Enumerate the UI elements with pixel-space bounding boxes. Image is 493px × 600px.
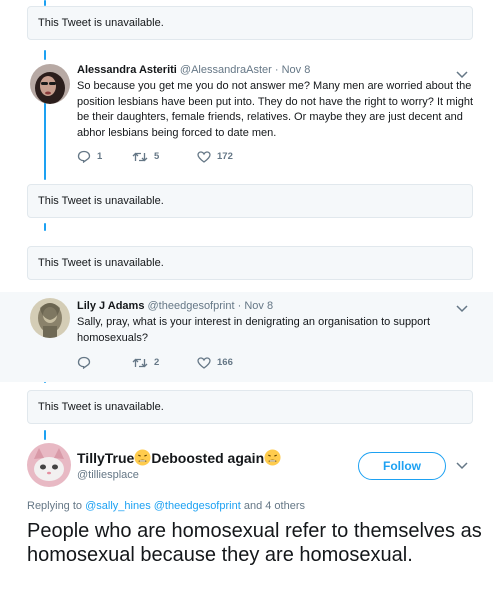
chevron-down-icon[interactable] bbox=[456, 304, 468, 314]
main-tweet-text: People who are homosexual refer to thems… bbox=[27, 520, 482, 566]
retweet-icon bbox=[132, 358, 148, 367]
retweet-icon bbox=[132, 152, 148, 161]
username[interactable]: @theedgesofprint bbox=[148, 300, 235, 312]
thread-line bbox=[44, 50, 46, 60]
retweet-count: 2 bbox=[154, 357, 160, 368]
display-name[interactable]: Alessandra Asteriti bbox=[77, 64, 177, 76]
thread-line bbox=[44, 430, 46, 440]
unavailable-tweet[interactable]: This Tweet is unavailable. bbox=[27, 390, 473, 424]
main-tweet-header: TillyTrue Deboosted again bbox=[77, 449, 281, 466]
reply-icon bbox=[77, 150, 91, 163]
tweet-alessandra[interactable]: Alessandra Asteriti @AlessandraAster · N… bbox=[0, 60, 493, 185]
reply-icon bbox=[77, 356, 91, 369]
tweet-text: So because you get me you do not answer … bbox=[77, 80, 474, 139]
retweet-action[interactable]: 2 bbox=[132, 357, 197, 369]
unavailable-text: This Tweet is unavailable. bbox=[38, 401, 164, 413]
tweet-lily[interactable]: Lily J Adams @theedgesofprint · Nov 8 Sa… bbox=[0, 292, 493, 382]
unavailable-text: This Tweet is unavailable. bbox=[38, 17, 164, 29]
display-name[interactable]: Lily J Adams bbox=[77, 300, 144, 312]
heart-icon bbox=[197, 356, 211, 369]
avatar[interactable] bbox=[30, 298, 70, 338]
avatar[interactable] bbox=[30, 64, 70, 104]
replying-to: Replying to @sally_hines @theedgesofprin… bbox=[27, 500, 305, 512]
chevron-down-icon[interactable] bbox=[456, 461, 468, 471]
replying-prefix: Replying to bbox=[27, 500, 83, 512]
tired-face-emoji-icon bbox=[134, 449, 151, 466]
heart-icon bbox=[197, 150, 211, 163]
tweet-actions: 2 166 bbox=[77, 356, 233, 369]
like-count: 166 bbox=[217, 357, 233, 368]
display-name-part1: TillyTrue bbox=[77, 450, 135, 466]
replying-suffix[interactable]: and 4 others bbox=[244, 500, 305, 512]
display-name-part2: Deboosted again bbox=[151, 450, 265, 466]
username[interactable]: @tilliesplace bbox=[77, 469, 139, 481]
mention-link[interactable]: @sally_hines bbox=[85, 500, 151, 512]
follow-button[interactable]: Follow bbox=[358, 452, 446, 480]
unavailable-tweet[interactable]: This Tweet is unavailable. bbox=[27, 184, 473, 218]
tweet-header: Lily J Adams @theedgesofprint · Nov 8 bbox=[77, 300, 273, 312]
unavailable-tweet[interactable]: This Tweet is unavailable. bbox=[27, 6, 473, 40]
thread-line bbox=[44, 223, 46, 231]
like-action[interactable]: 166 bbox=[197, 356, 233, 369]
avatar[interactable] bbox=[27, 443, 71, 487]
main-tweet-handle-row: @tilliesplace bbox=[77, 469, 139, 481]
reply-action[interactable]: 1 bbox=[77, 150, 132, 163]
timestamp[interactable]: Nov 8 bbox=[244, 300, 273, 312]
username[interactable]: @AlessandraAster bbox=[180, 64, 272, 76]
unavailable-tweet[interactable]: This Tweet is unavailable. bbox=[27, 246, 473, 280]
retweet-count: 5 bbox=[154, 151, 160, 162]
unavailable-text: This Tweet is unavailable. bbox=[38, 257, 164, 269]
like-count: 172 bbox=[217, 151, 233, 162]
mention-link[interactable]: @theedgesofprint bbox=[154, 500, 241, 512]
separator: · bbox=[237, 300, 242, 312]
reply-action[interactable] bbox=[77, 356, 132, 369]
timestamp[interactable]: Nov 8 bbox=[282, 64, 311, 76]
tired-face-emoji-icon bbox=[264, 449, 281, 466]
retweet-action[interactable]: 5 bbox=[132, 151, 197, 163]
tweet-header: Alessandra Asteriti @AlessandraAster · N… bbox=[77, 64, 310, 76]
tweet-text: Sally, pray, what is your interest in de… bbox=[77, 316, 431, 344]
like-action[interactable]: 172 bbox=[197, 150, 233, 163]
reply-count: 1 bbox=[97, 151, 103, 162]
display-name[interactable]: TillyTrue Deboosted again bbox=[77, 449, 281, 466]
unavailable-text: This Tweet is unavailable. bbox=[38, 195, 164, 207]
separator: · bbox=[274, 64, 279, 76]
tweet-actions: 1 5 172 bbox=[77, 150, 233, 163]
